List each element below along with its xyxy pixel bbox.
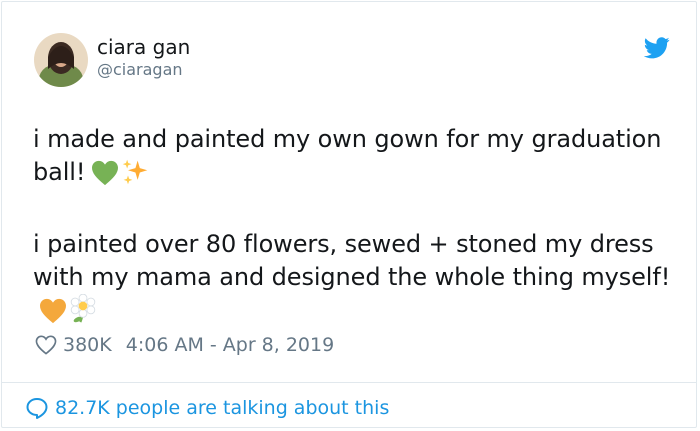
heart-outline-icon[interactable] (35, 335, 57, 355)
author-handle[interactable]: @ciaragan (97, 60, 183, 80)
tweet-paragraph-2-text: i painted over 80 flowers, sewed + stone… (33, 230, 671, 291)
green-heart-emoji (91, 160, 119, 195)
twitter-bird-icon[interactable] (643, 37, 670, 59)
sparkles-emoji (121, 158, 149, 195)
tweet-card: ciara gan @ciaragan i made and painted m… (1, 1, 697, 428)
orange-heart-emoji (39, 298, 67, 333)
author-name[interactable]: ciara gan (97, 35, 190, 59)
timestamp[interactable]: 4:06 AM - Apr 8, 2019 (126, 333, 334, 357)
tweet-paragraph-1: i made and painted my own gown for my gr… (33, 123, 683, 195)
divider (2, 382, 696, 383)
tweet-meta: 380K 4:06 AM - Apr 8, 2019 (35, 333, 334, 357)
conversation-text[interactable]: 82.7K people are talking about this (55, 396, 389, 420)
speech-bubble-icon (25, 397, 49, 419)
conversation-link[interactable]: 82.7K people are talking about this (25, 396, 389, 420)
like-count[interactable]: 380K (63, 333, 112, 357)
tweet-paragraph-2: i painted over 80 flowers, sewed + stone… (33, 228, 683, 333)
blossom-emoji (69, 293, 97, 333)
avatar[interactable] (34, 33, 88, 87)
tweet-text: i made and painted my own gown for my gr… (33, 123, 683, 333)
